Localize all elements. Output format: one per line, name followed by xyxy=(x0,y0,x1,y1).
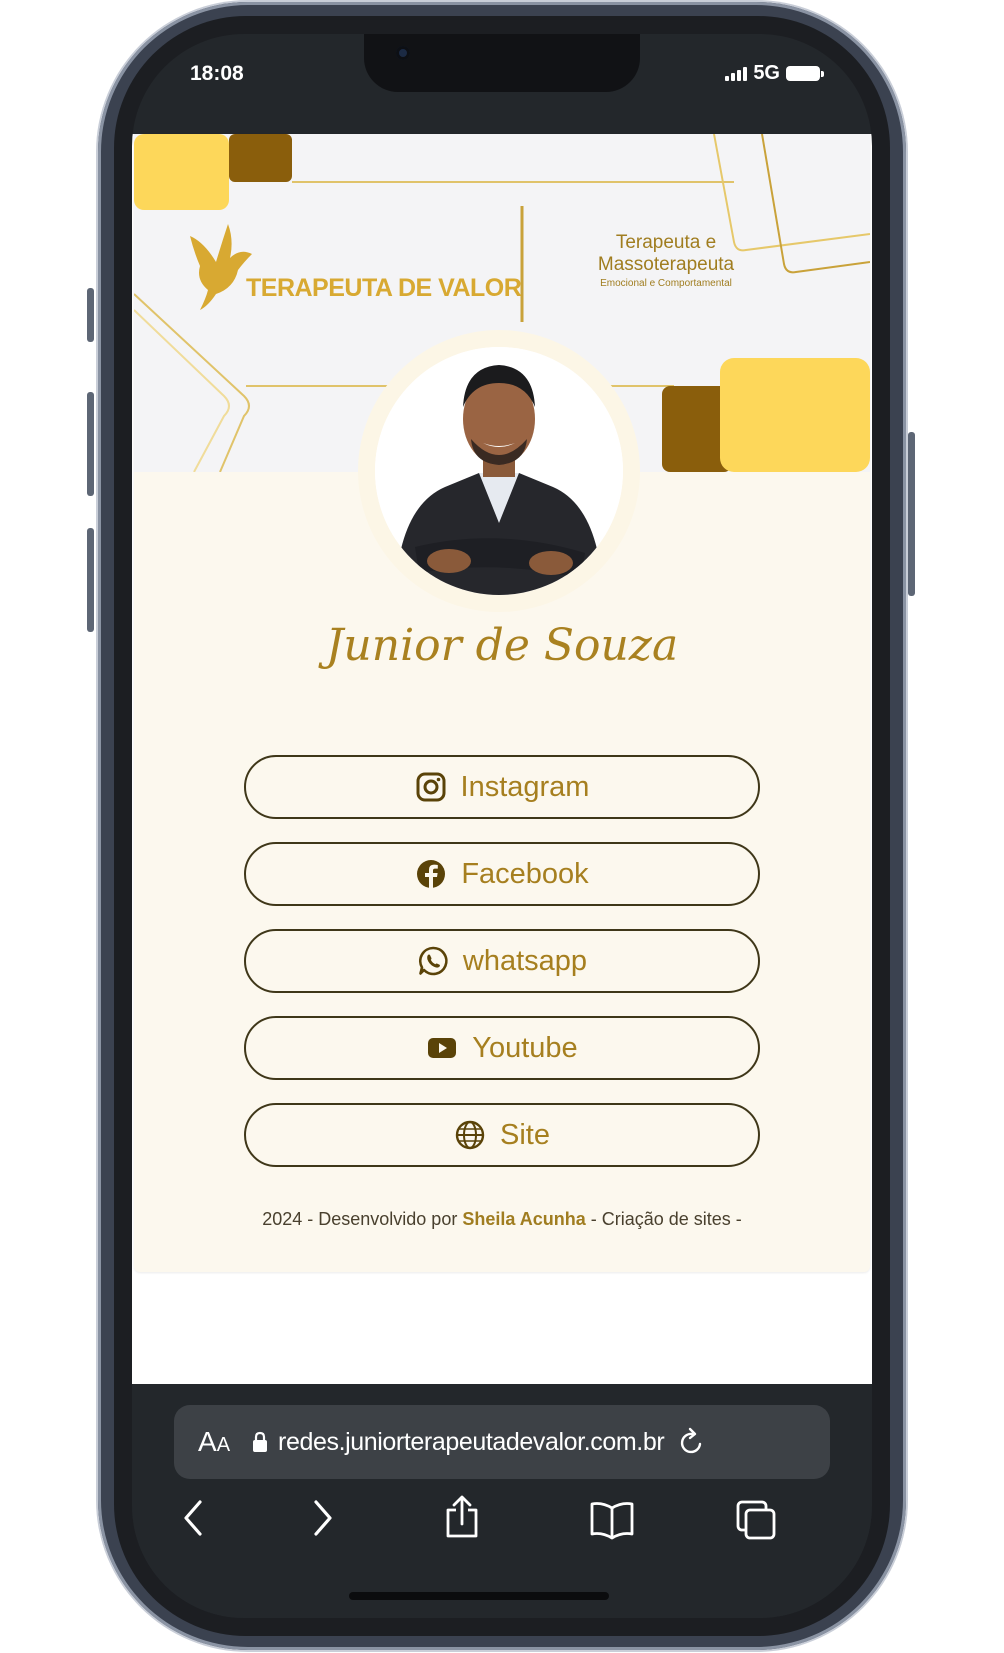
whatsapp-label: whatsapp xyxy=(462,944,588,977)
bookmarks-icon[interactable] xyxy=(588,1494,636,1542)
instagram-icon xyxy=(416,772,446,802)
side-button-volume-down xyxy=(87,528,94,632)
link-list: Instagram Facebook whatsapp Youtube Site xyxy=(244,755,760,1190)
youtube-icon xyxy=(428,1038,457,1058)
back-button-icon[interactable] xyxy=(176,1494,212,1542)
share-icon[interactable] xyxy=(442,1494,482,1542)
footer-author-link[interactable]: Sheila Acunha xyxy=(462,1209,585,1229)
site-label: Site xyxy=(500,1118,550,1151)
whatsapp-button[interactable]: whatsapp xyxy=(244,929,760,993)
instagram-button[interactable]: Instagram xyxy=(244,755,760,819)
avatar xyxy=(375,347,623,595)
profile-photo xyxy=(375,347,623,595)
url-text[interactable]: redes.juniorterapeutadevalor.com.br xyxy=(278,1428,665,1457)
reload-icon[interactable] xyxy=(678,1426,706,1458)
tagline-line-3: Emocional e Comportamental xyxy=(600,278,732,289)
profile-name: Junior de Souza xyxy=(325,620,679,671)
footer-suffix: - Criação de sites - xyxy=(590,1209,742,1229)
youtube-label: Youtube xyxy=(472,1031,578,1064)
logo-text: TERAPEUTA DE VALOR xyxy=(246,274,522,302)
side-button-silent xyxy=(87,288,94,342)
phone-screen: 18:08 5G TERAPEUTA DE VALOR Terapeuta e … xyxy=(132,34,872,1618)
notch xyxy=(364,34,640,92)
network-label: 5G xyxy=(753,62,780,84)
address-bar[interactable]: AA redes.juniorterapeutadevalor.com.br xyxy=(174,1405,830,1479)
globe-icon xyxy=(455,1120,485,1150)
whatsapp-icon xyxy=(418,946,448,976)
web-content[interactable]: TERAPEUTA DE VALOR Terapeuta e Massotera… xyxy=(132,134,872,1384)
tagline: Terapeuta e Massoterapeuta Emocional e C… xyxy=(546,232,786,289)
facebook-button[interactable]: Facebook xyxy=(244,842,760,906)
instagram-label: Instagram xyxy=(460,770,590,803)
text-size-button[interactable]: AA xyxy=(198,1426,230,1458)
signal-icon xyxy=(725,66,748,81)
browser-toolbar: AA redes.juniorterapeutadevalor.com.br xyxy=(132,1384,872,1618)
profile-card: TERAPEUTA DE VALOR Terapeuta e Massotera… xyxy=(134,134,870,1272)
home-indicator[interactable] xyxy=(349,1592,609,1600)
footer-prefix: 2024 - Desenvolvido por xyxy=(262,1209,458,1229)
side-button-volume-up xyxy=(87,392,94,496)
tabs-icon[interactable] xyxy=(734,1494,780,1542)
lock-icon xyxy=(253,1431,268,1452)
facebook-icon xyxy=(417,860,446,888)
text-size-small: A xyxy=(216,1434,231,1456)
front-camera xyxy=(396,46,410,60)
status-time: 18:08 xyxy=(190,62,244,85)
youtube-button[interactable]: Youtube xyxy=(244,1016,760,1080)
battery-icon xyxy=(786,66,824,81)
text-size-big: A xyxy=(198,1426,217,1457)
forward-button-icon[interactable] xyxy=(304,1494,340,1542)
tagline-line-1: Terapeuta e xyxy=(615,232,717,253)
side-button-power xyxy=(908,432,915,596)
facebook-label: Facebook xyxy=(461,857,589,890)
tagline-line-2: Massoterapeuta xyxy=(597,254,735,275)
status-indicators: 5G xyxy=(725,62,824,85)
footer: 2024 - Desenvolvido por Sheila Acunha - … xyxy=(134,1209,870,1230)
site-button[interactable]: Site xyxy=(244,1103,760,1167)
avatar-ring xyxy=(358,330,640,612)
nav-row xyxy=(132,1494,872,1554)
